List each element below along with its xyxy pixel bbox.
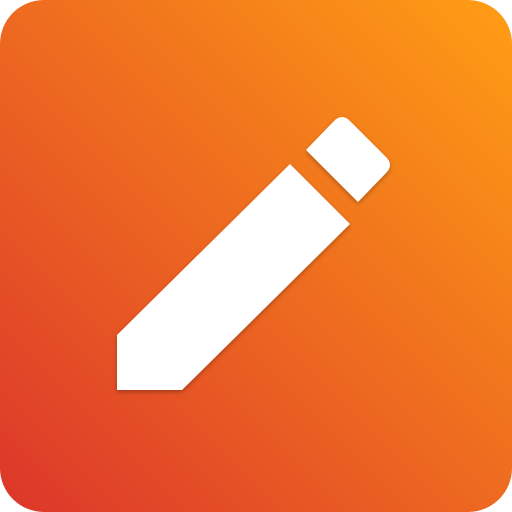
- edit-app-icon[interactable]: [0, 0, 512, 512]
- app-icon-graphic: [0, 0, 512, 512]
